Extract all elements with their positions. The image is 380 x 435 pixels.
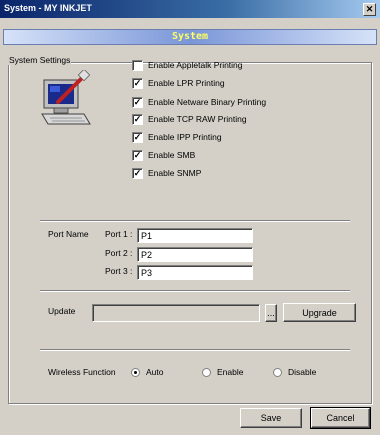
upgrade-button[interactable]: Upgrade [283, 303, 356, 322]
checkbox-box-checked[interactable]: ✓ [132, 113, 143, 125]
title-bar[interactable]: System - MY INKJET ✕ [0, 0, 380, 18]
browse-button[interactable]: ... [265, 304, 277, 322]
checkbox-snmp[interactable]: ✓ Enable SNMP [132, 166, 201, 180]
save-button-label: Save [260, 413, 282, 423]
checkbox-tcp-raw[interactable]: ✓ Enable TCP RAW Printing [132, 112, 247, 126]
separator [40, 290, 350, 292]
checkbox-label: Enable TCP RAW Printing [148, 114, 247, 124]
radio-enable[interactable]: Enable [202, 365, 243, 379]
port-2-input[interactable]: P2 [137, 247, 253, 262]
radio-disable[interactable]: Disable [273, 365, 316, 379]
checkbox-ipp[interactable]: ✓ Enable IPP Printing [132, 130, 222, 144]
save-button[interactable]: Save [240, 408, 302, 428]
checkbox-label: Enable Netware Binary Printing [148, 97, 267, 107]
checkbox-label: Enable SMB [148, 150, 196, 160]
checkbox-box-checked[interactable]: ✓ [132, 149, 143, 161]
port-1-input[interactable]: P1 [137, 228, 253, 243]
checkbox-label: Enable IPP Printing [148, 132, 222, 142]
checkbox-appletalk[interactable]: Enable Appletalk Printing [132, 58, 243, 72]
wireless-function-label: Wireless Function [48, 367, 116, 377]
cancel-button-label: Cancel [326, 413, 355, 423]
radio-button[interactable] [202, 367, 211, 377]
radio-button[interactable] [273, 367, 282, 377]
separator [40, 349, 350, 351]
window-title: System - MY INKJET [4, 3, 92, 13]
port-3-label: Port 3 : [105, 266, 133, 276]
radio-button-selected[interactable] [131, 367, 140, 377]
port-1-label: Port 1 : [105, 229, 133, 239]
radio-label: Auto [146, 367, 164, 377]
close-button[interactable]: ✕ [363, 3, 376, 16]
radio-label: Disable [288, 367, 317, 377]
update-path-input[interactable] [92, 304, 260, 322]
checkbox-box-checked[interactable]: ✓ [132, 131, 143, 143]
separator [40, 220, 350, 222]
checkbox-box-checked[interactable]: ✓ [132, 96, 143, 108]
cancel-button[interactable]: Cancel [310, 407, 371, 429]
checkbox-label: Enable LPR Printing [148, 78, 225, 88]
checkbox-netware[interactable]: ✓ Enable Netware Binary Printing [132, 95, 266, 109]
update-label: Update [48, 306, 76, 316]
checkbox-label: Enable SNMP [148, 168, 202, 178]
radio-auto[interactable]: Auto [131, 365, 164, 379]
port-3-input[interactable]: P3 [137, 265, 253, 280]
checkbox-box[interactable] [132, 59, 143, 71]
upgrade-button-label: Upgrade [302, 307, 337, 318]
checkbox-lpr[interactable]: ✓ Enable LPR Printing [132, 76, 225, 90]
port-2-label: Port 2 : [105, 248, 133, 258]
checkbox-smb[interactable]: ✓ Enable SMB [132, 148, 195, 162]
browse-button-label: ... [267, 308, 275, 318]
section-banner: System [3, 29, 377, 45]
checkbox-label: Enable Appletalk Printing [148, 60, 243, 70]
system-settings-label: System Settings [8, 55, 72, 65]
computer-settings-icon [41, 70, 91, 125]
port-name-label: Port Name [48, 229, 89, 239]
checkbox-box-checked[interactable]: ✓ [132, 77, 143, 89]
radio-label: Enable [217, 367, 244, 377]
checkbox-box-checked[interactable]: ✓ [132, 167, 143, 179]
close-icon: ✕ [365, 4, 374, 14]
